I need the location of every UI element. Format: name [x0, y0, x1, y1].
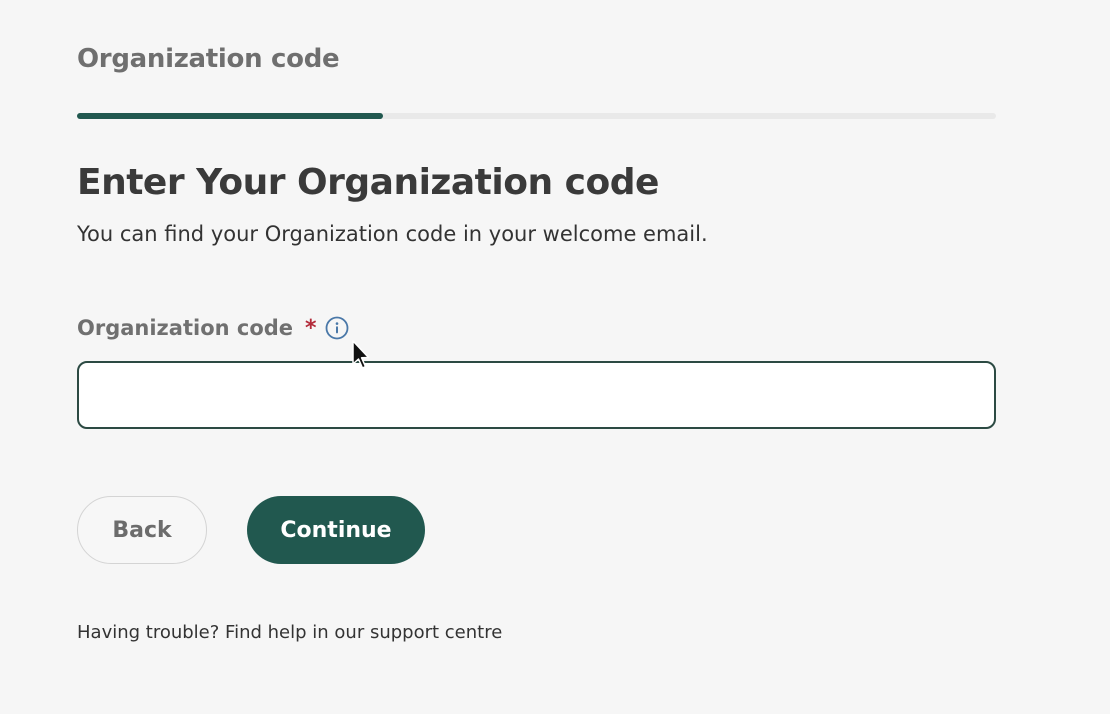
back-button[interactable]: Back — [77, 496, 207, 564]
organization-code-input[interactable] — [77, 361, 996, 429]
progress-bar-fill — [77, 113, 384, 119]
mouse-pointer-icon — [352, 340, 370, 369]
step-title: Organization code — [77, 44, 340, 74]
help-text: Having trouble? Find help in our support… — [77, 622, 502, 643]
progress-bar — [77, 113, 996, 119]
field-label-row: Organization code * — [77, 313, 349, 343]
page-heading: Enter Your Organization code — [77, 162, 659, 203]
page-subtext: You can find your Organization code in y… — [77, 222, 708, 246]
required-marker: * — [305, 315, 317, 341]
support-centre-link[interactable]: Find help in our support centre — [225, 622, 502, 643]
help-prefix: Having trouble? — [77, 622, 220, 643]
organization-code-label: Organization code — [77, 316, 294, 340]
info-circle-icon[interactable] — [325, 316, 349, 340]
continue-button[interactable]: Continue — [247, 496, 425, 564]
